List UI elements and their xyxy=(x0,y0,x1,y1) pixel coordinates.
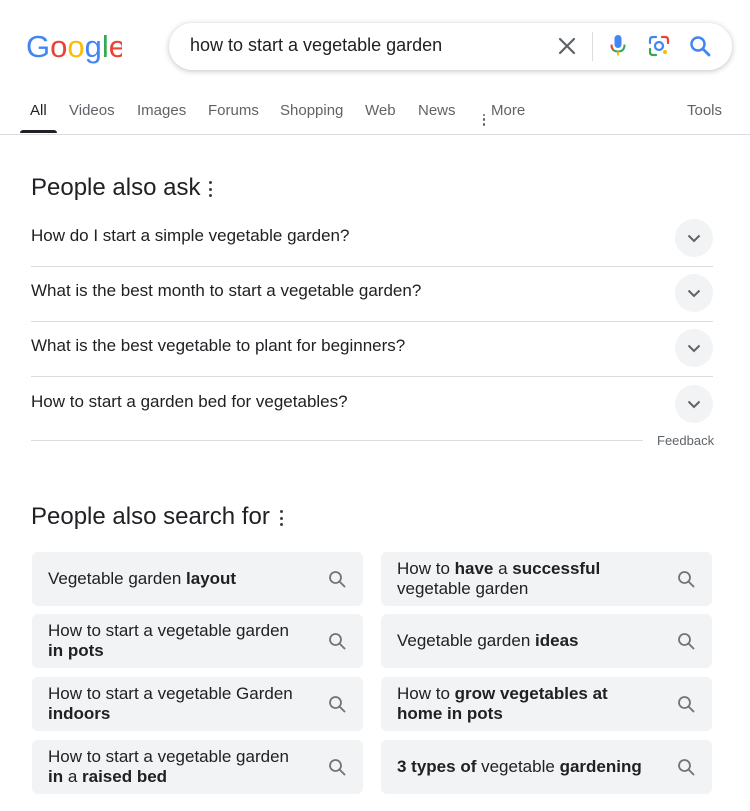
paa-question: What is the best vegetable to plant for … xyxy=(31,336,406,355)
search-icon[interactable] xyxy=(688,34,712,58)
related-search-chip[interactable]: Vegetable garden ideas xyxy=(381,614,712,668)
tab-images[interactable]: Images xyxy=(137,102,186,119)
related-search-chip[interactable]: How to start a vegetable Garden indoors xyxy=(32,677,363,731)
search-icon xyxy=(329,759,346,776)
tab-videos[interactable]: Videos xyxy=(69,102,115,119)
clear-icon[interactable] xyxy=(555,34,579,58)
microphone-icon[interactable] xyxy=(606,34,630,58)
logo-letter-g2: g xyxy=(85,30,102,64)
search-icon xyxy=(329,633,346,650)
paa-question: What is the best month to start a vegeta… xyxy=(31,281,422,300)
paa-question-row[interactable]: What is the best month to start a vegeta… xyxy=(31,267,713,322)
paa-question: How to start a garden bed for vegetables… xyxy=(31,392,348,411)
tab-more[interactable]: More xyxy=(482,102,525,126)
logo-letter-g: G xyxy=(26,30,50,64)
people-also-search-title: People also search for xyxy=(31,503,270,530)
related-search-text: How to start a vegetable garden in pots xyxy=(48,621,289,660)
related-search-chip[interactable]: How to start a vegetable garden in pots xyxy=(32,614,363,668)
related-search-text: Vegetable garden layout xyxy=(48,569,237,588)
paa-options-icon[interactable] xyxy=(207,181,213,197)
tab-news[interactable]: News xyxy=(418,102,456,119)
paa-question: How do I start a simple vegetable garden… xyxy=(31,226,350,245)
related-search-text: How to start a vegetable garden in a rai… xyxy=(48,747,289,786)
tab-more-label: More xyxy=(491,102,526,119)
paa-question-row[interactable]: How to start a garden bed for vegetables… xyxy=(31,378,713,433)
svg-text:Google: Google xyxy=(26,30,122,64)
paa-question-row[interactable]: How do I start a simple vegetable garden… xyxy=(31,212,713,267)
kebab-icon xyxy=(482,113,486,126)
related-search-text: 3 types of vegetable gardening xyxy=(397,757,642,776)
related-search-chip[interactable]: How to have a successful vegetable garde… xyxy=(381,552,712,606)
logo-letter-l: l xyxy=(102,30,109,64)
search-icon xyxy=(329,571,346,588)
search-tabs: All Videos Images Forums Shopping Web Ne… xyxy=(0,88,750,135)
paa-question-row[interactable]: What is the best vegetable to plant for … xyxy=(31,322,713,377)
chevron-down-icon[interactable] xyxy=(675,385,713,423)
related-search-chip[interactable]: Vegetable garden layout xyxy=(32,552,363,606)
chevron-down-icon[interactable] xyxy=(675,219,713,257)
search-icon xyxy=(329,696,346,713)
search-icon xyxy=(678,759,695,776)
search-icon xyxy=(678,571,695,588)
tab-shopping[interactable]: Shopping xyxy=(280,102,343,119)
related-search-text: Vegetable garden ideas xyxy=(397,631,579,650)
related-search-chip[interactable]: 3 types of vegetable gardening xyxy=(381,740,712,794)
people-also-ask-title: People also ask xyxy=(31,174,201,201)
tab-forums[interactable]: Forums xyxy=(208,102,259,119)
feedback-link[interactable]: Feedback xyxy=(657,433,714,448)
search-icon xyxy=(678,633,695,650)
chevron-down-icon[interactable] xyxy=(675,329,713,367)
search-divider xyxy=(592,32,593,61)
google-logo[interactable]: Google xyxy=(26,29,126,64)
related-search-text: How to have a successful vegetable garde… xyxy=(397,559,601,598)
tab-web[interactable]: Web xyxy=(365,102,396,119)
related-search-chip[interactable]: How to start a vegetable garden in a rai… xyxy=(32,740,363,794)
lens-icon[interactable] xyxy=(647,34,671,58)
related-search-chip[interactable]: How to grow vegetables at home in pots xyxy=(381,677,712,731)
tools-button[interactable]: Tools xyxy=(687,102,722,119)
related-search-text: How to start a vegetable Garden indoors xyxy=(48,684,293,723)
logo-letter-e: e xyxy=(109,30,122,64)
related-search-text: How to grow vegetables at home in pots xyxy=(397,684,608,723)
logo-letter-o1: o xyxy=(50,30,67,64)
google-logo-wordmark: Google xyxy=(26,29,126,64)
tab-all[interactable]: All xyxy=(30,102,47,119)
search-input[interactable]: how to start a vegetable garden xyxy=(190,35,442,56)
logo-letter-o2: o xyxy=(67,30,84,64)
chevron-down-icon[interactable] xyxy=(675,274,713,312)
divider xyxy=(31,440,643,441)
pasf-options-icon[interactable] xyxy=(278,510,284,526)
search-icon xyxy=(678,696,695,713)
search-box[interactable]: how to start a vegetable garden xyxy=(169,23,732,70)
active-tab-indicator xyxy=(20,130,57,133)
